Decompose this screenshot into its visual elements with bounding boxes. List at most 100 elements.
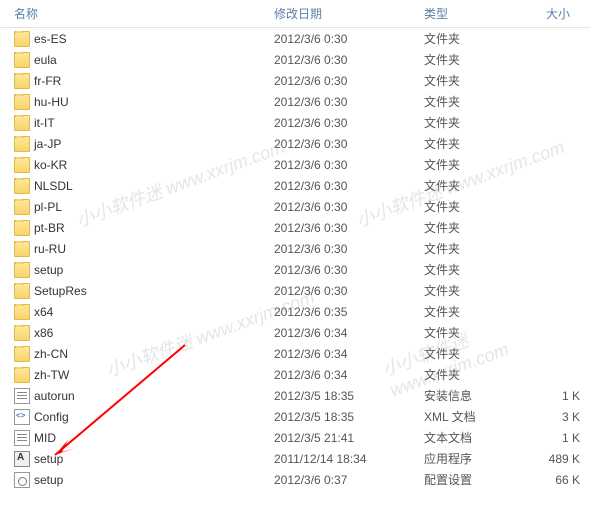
- xml-icon: [14, 409, 30, 425]
- header-size[interactable]: 大小: [540, 5, 590, 22]
- folder-icon: [14, 262, 30, 278]
- folder-icon: [14, 94, 30, 110]
- file-date: 2012/3/6 0:34: [268, 368, 418, 382]
- folder-icon: [14, 157, 30, 173]
- file-row[interactable]: setup2012/3/6 0:37配置设置66 K: [0, 469, 590, 490]
- file-type: 配置设置: [418, 471, 540, 488]
- file-name: x86: [34, 326, 53, 340]
- file-name: pl-PL: [34, 200, 62, 214]
- file-name: ja-JP: [34, 137, 61, 151]
- file-row[interactable]: fr-FR2012/3/6 0:30文件夹: [0, 70, 590, 91]
- folder-icon: [14, 304, 30, 320]
- ini-icon: [14, 388, 30, 404]
- file-row[interactable]: ko-KR2012/3/6 0:30文件夹: [0, 154, 590, 175]
- file-row[interactable]: ru-RU2012/3/6 0:30文件夹: [0, 238, 590, 259]
- folder-icon: [14, 199, 30, 215]
- cfg-icon: [14, 472, 30, 488]
- file-date: 2012/3/6 0:30: [268, 32, 418, 46]
- folder-icon: [14, 52, 30, 68]
- file-date: 2012/3/6 0:30: [268, 116, 418, 130]
- file-row[interactable]: x86 2012/3/6 0:34文件夹: [0, 322, 590, 343]
- folder-icon: [14, 115, 30, 131]
- file-size: 489 K: [540, 452, 590, 466]
- file-date: 2012/3/6 0:30: [268, 74, 418, 88]
- file-type: 文件夹: [418, 324, 540, 341]
- txt-icon: [14, 430, 30, 446]
- file-name: Config: [34, 410, 69, 424]
- file-type: 文件夹: [418, 51, 540, 68]
- file-row[interactable]: ja-JP 2012/3/6 0:30文件夹: [0, 133, 590, 154]
- file-type: 文件夹: [418, 345, 540, 362]
- file-type: 文件夹: [418, 366, 540, 383]
- file-row[interactable]: zh-TW 2012/3/6 0:34文件夹: [0, 364, 590, 385]
- file-date: 2012/3/6 0:30: [268, 95, 418, 109]
- file-type: 文件夹: [418, 219, 540, 236]
- file-name: setup: [34, 473, 63, 487]
- file-type: 文件夹: [418, 261, 540, 278]
- folder-icon: [14, 367, 30, 383]
- file-date: 2012/3/6 0:34: [268, 326, 418, 340]
- file-name: MID: [34, 431, 56, 445]
- file-date: 2012/3/6 0:30: [268, 284, 418, 298]
- file-name: eula: [34, 53, 57, 67]
- file-type: 文件夹: [418, 93, 540, 110]
- file-type: 安装信息: [418, 387, 540, 404]
- file-row[interactable]: eula 2012/3/6 0:30文件夹: [0, 49, 590, 70]
- file-row[interactable]: NLSDL 2012/3/6 0:30文件夹: [0, 175, 590, 196]
- file-row[interactable]: setup2011/12/14 18:34应用程序489 K: [0, 448, 590, 469]
- file-type: 文件夹: [418, 114, 540, 131]
- file-row[interactable]: hu-HU2012/3/6 0:30文件夹: [0, 91, 590, 112]
- file-type: 文件夹: [418, 72, 540, 89]
- file-type: 文件夹: [418, 30, 540, 47]
- file-name: ko-KR: [34, 158, 67, 172]
- file-date: 2012/3/6 0:30: [268, 158, 418, 172]
- file-name: zh-TW: [34, 368, 69, 382]
- file-size: 1 K: [540, 389, 590, 403]
- file-name: ru-RU: [34, 242, 66, 256]
- file-date: 2012/3/5 18:35: [268, 389, 418, 403]
- header-date[interactable]: 修改日期: [268, 5, 418, 22]
- file-row[interactable]: it-IT 2012/3/6 0:30文件夹: [0, 112, 590, 133]
- file-date: 2012/3/6 0:30: [268, 221, 418, 235]
- file-date: 2012/3/6 0:35: [268, 305, 418, 319]
- file-row[interactable]: x642012/3/6 0:35文件夹: [0, 301, 590, 322]
- file-date: 2011/12/14 18:34: [268, 452, 418, 466]
- file-name: autorun: [34, 389, 75, 403]
- file-type: 文件夹: [418, 177, 540, 194]
- header-type[interactable]: 类型: [418, 5, 540, 22]
- file-size: 1 K: [540, 431, 590, 445]
- file-date: 2012/3/6 0:30: [268, 200, 418, 214]
- file-row[interactable]: zh-CN2012/3/6 0:34文件夹: [0, 343, 590, 364]
- file-date: 2012/3/6 0:30: [268, 53, 418, 67]
- file-name: es-ES: [34, 32, 67, 46]
- file-row[interactable]: SetupRes 2012/3/6 0:30文件夹: [0, 280, 590, 301]
- file-row[interactable]: setup2012/3/6 0:30文件夹: [0, 259, 590, 280]
- folder-icon: [14, 31, 30, 47]
- file-row[interactable]: MID2012/3/5 21:41文本文档1 K: [0, 427, 590, 448]
- file-name: NLSDL: [34, 179, 73, 193]
- file-date: 2012/3/6 0:37: [268, 473, 418, 487]
- file-row[interactable]: es-ES 2012/3/6 0:30文件夹: [0, 28, 590, 49]
- file-date: 2012/3/6 0:30: [268, 263, 418, 277]
- file-row[interactable]: pl-PL2012/3/6 0:30文件夹: [0, 196, 590, 217]
- file-name: SetupRes: [34, 284, 87, 298]
- file-date: 2012/3/6 0:30: [268, 179, 418, 193]
- file-row[interactable]: autorun 2012/3/5 18:35安装信息1 K: [0, 385, 590, 406]
- file-type: 文件夹: [418, 282, 540, 299]
- file-list-header: 名称 修改日期 类型 大小: [0, 0, 590, 28]
- file-type: 应用程序: [418, 450, 540, 467]
- file-date: 2012/3/6 0:34: [268, 347, 418, 361]
- header-name[interactable]: 名称: [0, 5, 268, 22]
- exe-icon: [14, 451, 30, 467]
- folder-icon: [14, 178, 30, 194]
- file-row[interactable]: Config2012/3/5 18:35XML 文档3 K: [0, 406, 590, 427]
- file-type: XML 文档: [418, 408, 540, 425]
- file-date: 2012/3/5 21:41: [268, 431, 418, 445]
- file-list: es-ES2012/3/6 0:30文件夹eula2012/3/6 0:30文件…: [0, 28, 590, 490]
- file-name: it-IT: [34, 116, 55, 130]
- file-name: pt-BR: [34, 221, 65, 235]
- folder-icon: [14, 325, 30, 341]
- file-date: 2012/3/6 0:30: [268, 137, 418, 151]
- file-type: 文件夹: [418, 135, 540, 152]
- file-row[interactable]: pt-BR 2012/3/6 0:30文件夹: [0, 217, 590, 238]
